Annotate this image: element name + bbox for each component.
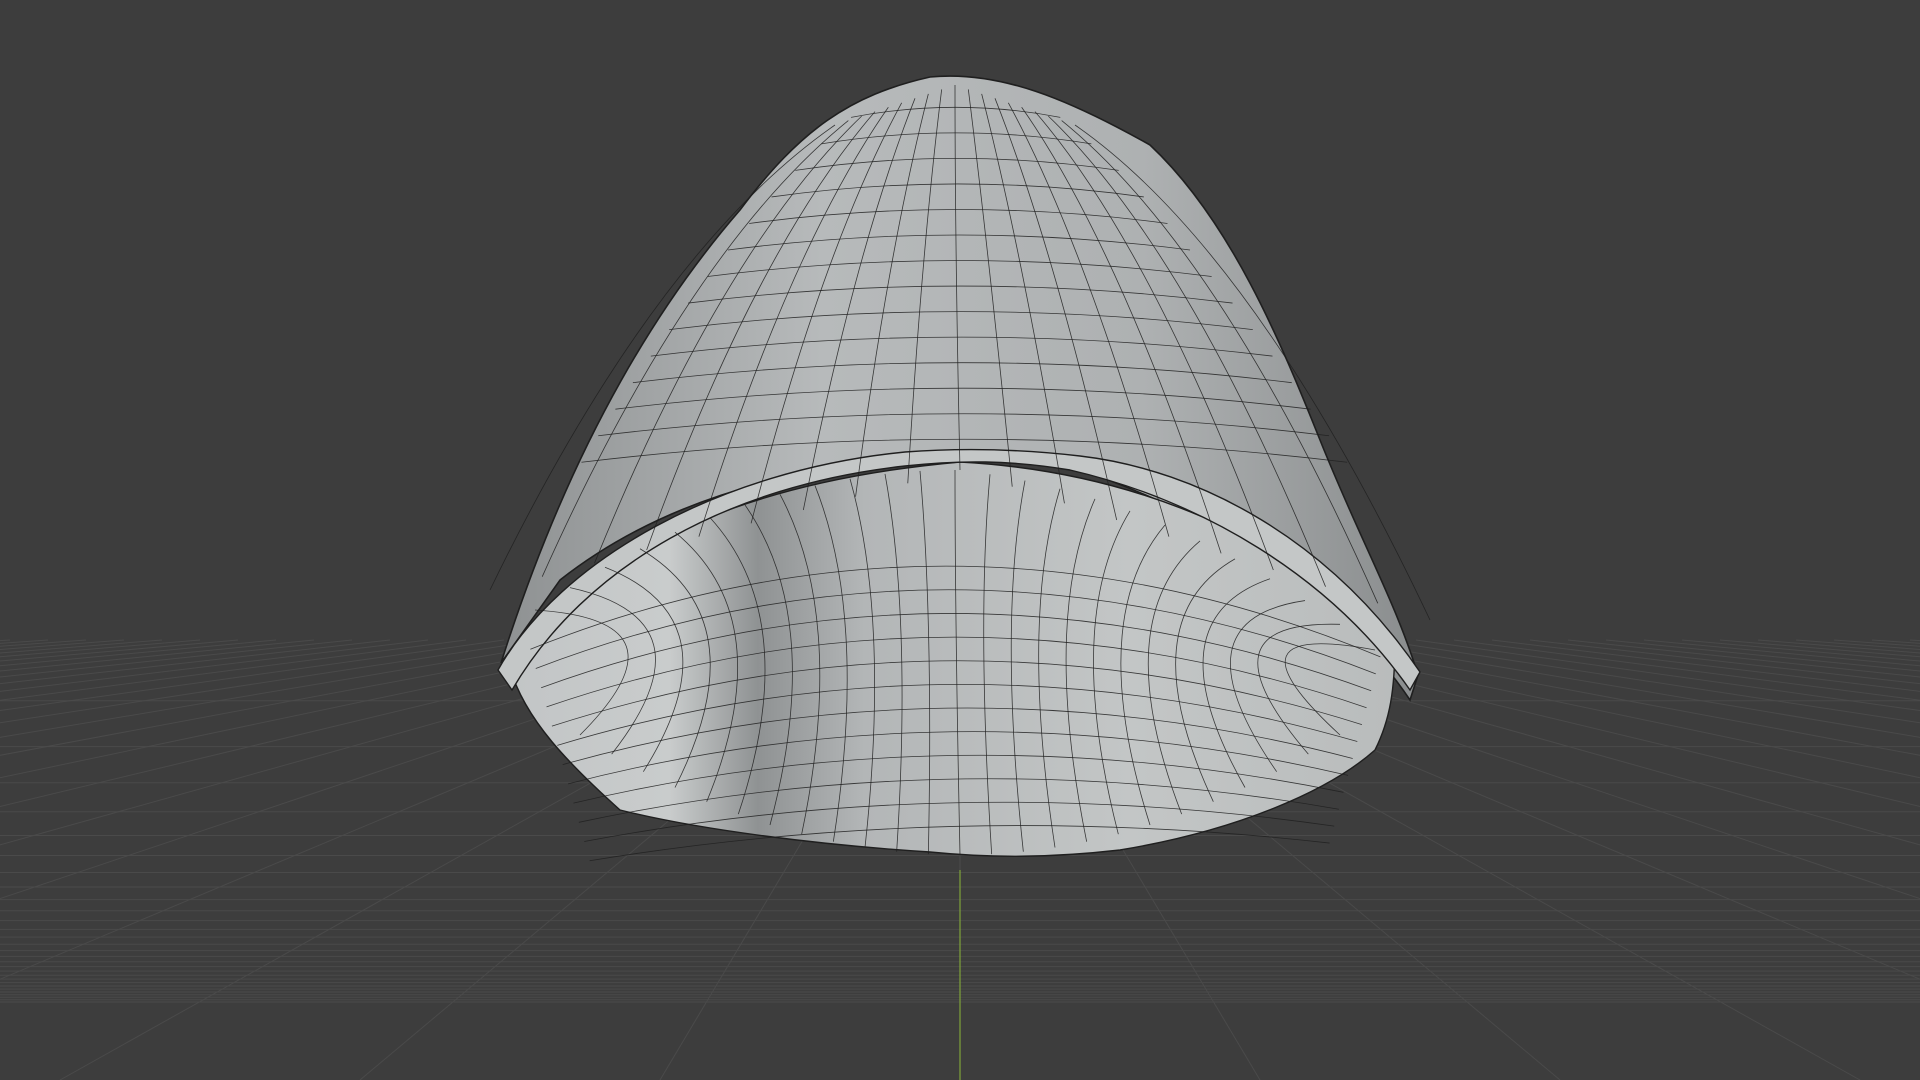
- grid-line: [0, 639, 429, 692]
- grid-line: [0, 639, 619, 756]
- 3d-viewport[interactable]: [0, 0, 1920, 1080]
- grid-line: [0, 639, 125, 650]
- grid-line: [1529, 639, 1920, 685]
- grid-line: [0, 639, 277, 667]
- grid-line: [1491, 639, 1920, 692]
- grid-line: [1833, 639, 1920, 647]
- grid-line: [1339, 639, 1920, 738]
- grid-line: [0, 639, 49, 644]
- grid-line: [0, 639, 543, 724]
- grid-line: [0, 639, 163, 654]
- grid-line: [0, 639, 11, 642]
- grid-line: [1871, 639, 1920, 644]
- grid-line: [0, 639, 87, 647]
- grid-line: [1453, 639, 1920, 701]
- bell-mesh-object[interactable]: [489, 75, 1431, 862]
- grid-line: [1377, 639, 1920, 724]
- grid-line: [1301, 639, 1920, 756]
- grid-line: [1567, 639, 1920, 678]
- grid-line: [1757, 639, 1920, 654]
- grid-line: [1415, 639, 1920, 712]
- grid-line: [1909, 639, 1920, 642]
- viewport-canvas[interactable]: [0, 0, 1920, 1080]
- grid-line: [1643, 639, 1920, 667]
- grid-line: [1795, 639, 1920, 650]
- grid-line: [0, 639, 505, 712]
- grid-line: [0, 639, 391, 685]
- grid-line: [0, 639, 467, 701]
- grid-line: [0, 639, 353, 678]
- grid-line: [0, 639, 581, 738]
